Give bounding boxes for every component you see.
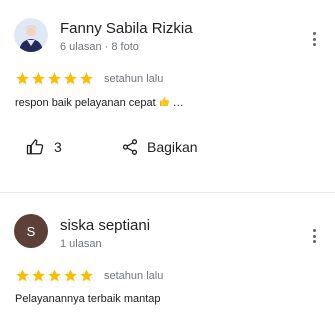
star-icon — [80, 269, 93, 282]
star-icon — [64, 72, 77, 85]
like-button[interactable]: 3 — [26, 138, 62, 156]
review-text: respon baik pelayanan cepat … — [15, 96, 184, 109]
review-text-body: respon baik pelayanan cepat — [15, 97, 156, 109]
review-card: Fanny Sabila Rizkia 6 ulasan · 8 foto se… — [0, 0, 335, 192]
review-text-ellipsis[interactable]: … — [170, 97, 184, 109]
star-icon — [48, 269, 61, 282]
share-icon — [122, 139, 138, 155]
star-rating — [15, 71, 94, 86]
star-icon — [32, 269, 45, 282]
avatar[interactable]: S — [14, 214, 48, 248]
more-vertical-icon — [312, 229, 316, 232]
review-time: setahun lalu — [104, 269, 164, 282]
reviewer-name[interactable]: Fanny Sabila Rizkia — [60, 20, 193, 37]
avatar[interactable] — [14, 18, 48, 52]
user-photo-icon — [14, 18, 48, 52]
star-icon — [16, 269, 29, 282]
review-time: setahun lalu — [104, 72, 164, 85]
star-icon — [48, 72, 61, 85]
more-options-button[interactable] — [307, 31, 321, 47]
star-icon — [16, 72, 29, 85]
like-count: 3 — [54, 139, 62, 155]
share-label: Bagikan — [147, 139, 198, 155]
thumbs-up-icon — [26, 139, 44, 155]
review-actions: 3 Bagikan — [0, 138, 335, 162]
share-button[interactable]: Bagikan — [121, 138, 198, 156]
reviewer-name[interactable]: siska septiani — [60, 217, 150, 234]
more-options-button[interactable] — [307, 228, 321, 244]
review-card: S siska septiani 1 ulasan setahun lalu P… — [0, 193, 335, 317]
star-icon — [64, 269, 77, 282]
rating-row: setahun lalu — [15, 71, 163, 86]
review-text: Pelayanannya terbaik mantap — [15, 293, 161, 305]
star-icon — [80, 72, 93, 85]
thumbs-up-emoji-icon — [159, 96, 169, 107]
reviewer-meta: 1 ulasan — [60, 238, 102, 250]
star-icon — [32, 72, 45, 85]
more-vertical-icon — [312, 32, 316, 35]
reviewer-meta: 6 ulasan · 8 foto — [60, 41, 139, 53]
star-rating — [15, 268, 94, 283]
rating-row: setahun lalu — [15, 268, 163, 283]
